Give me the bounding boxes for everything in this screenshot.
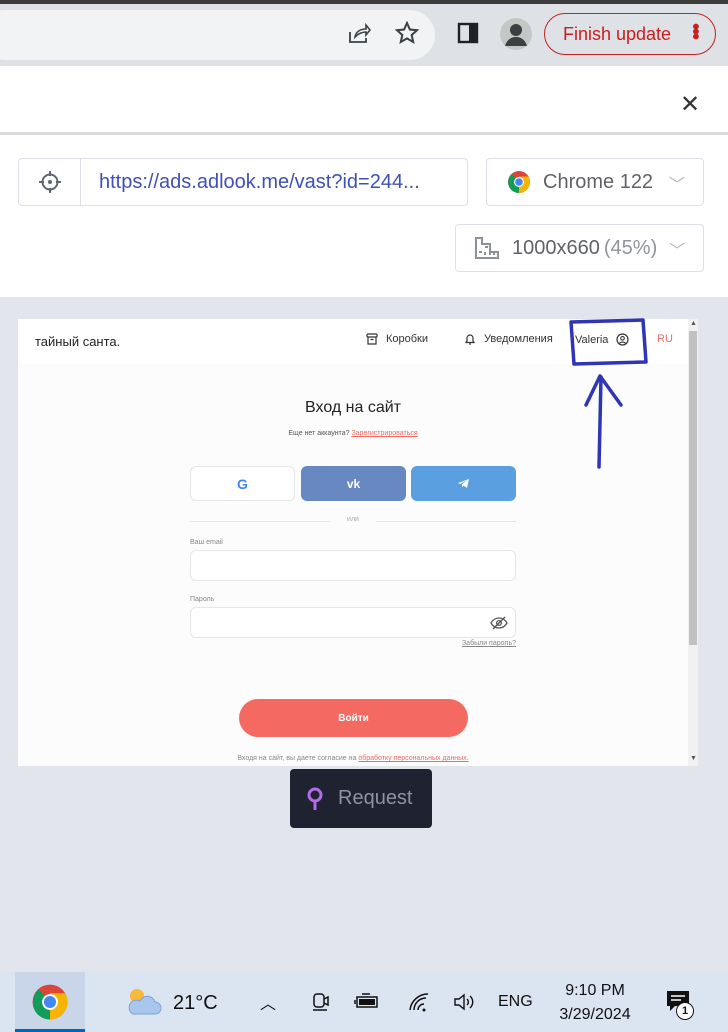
nav-boxes[interactable]: Коробки [366, 333, 428, 345]
login-button[interactable]: Войти [239, 699, 468, 737]
clock[interactable]: 9:10 PM 3/29/2024 [556, 979, 634, 1027]
input-language[interactable]: ENG [498, 993, 533, 1011]
or-divider: или [190, 516, 516, 526]
weather-cloud-sun-icon[interactable] [123, 984, 163, 1018]
bell-icon [464, 334, 476, 345]
notification-badge: 1 [676, 1002, 694, 1020]
nav-boxes-label: Коробки [386, 333, 429, 345]
chevron-down-icon: ﹀ [668, 243, 685, 260]
vk-login-button[interactable]: vk [301, 466, 406, 501]
clock-date: 3/29/2024 [559, 1006, 631, 1023]
telegram-login-button[interactable] [411, 466, 516, 501]
password-label: Пароль [190, 596, 215, 603]
browser-select-value: Chrome 122 [543, 170, 654, 193]
consent-label: Входя на сайт, вы даете согласие на [237, 755, 357, 762]
consent-link[interactable]: обработку персональных данных. [358, 755, 468, 762]
nav-notifications[interactable]: Уведомления [464, 333, 553, 345]
chrome-icon [508, 171, 530, 193]
site-preview-frame: тайный санта. Коробки Уведомления Valeri… [18, 319, 698, 766]
email-field[interactable] [190, 550, 516, 581]
pin-icon [307, 787, 323, 810]
chrome-icon [32, 984, 68, 1020]
window-edge [0, 0, 728, 4]
google-login-button[interactable]: G [190, 466, 295, 501]
panel-divider [0, 132, 728, 135]
close-icon[interactable]: ✕ [680, 90, 700, 119]
eye-off-icon[interactable] [490, 616, 508, 630]
email-label: Ваш email [190, 539, 223, 546]
request-button[interactable]: Request [290, 769, 432, 828]
notification-center-icon[interactable]: 1 [665, 989, 694, 1020]
finish-update-button[interactable]: Finish update ••• [544, 13, 716, 55]
scrollbar-thumb[interactable] [689, 331, 697, 645]
side-panel-icon[interactable] [455, 20, 481, 46]
divider-line-right [376, 521, 516, 522]
nav-notifications-label: Уведомления [484, 333, 553, 345]
language-switch[interactable]: RU [657, 333, 673, 345]
chevron-down-icon: ﹀ [668, 177, 685, 194]
user-menu[interactable]: Valeria [575, 333, 630, 346]
chevron-up-icon[interactable]: ︿ [260, 990, 276, 1014]
size-percent: (45%) [603, 236, 658, 259]
vk-icon: vk [346, 476, 361, 491]
user-circle-icon [616, 333, 630, 346]
size-value: 1000x660 [512, 236, 600, 259]
register-link[interactable]: Зарегистрироваться [351, 430, 417, 437]
volume-icon[interactable] [453, 992, 477, 1012]
scroll-up-icon[interactable]: ▲ [690, 320, 697, 327]
request-label: Request [338, 787, 413, 809]
share-icon[interactable] [346, 20, 372, 46]
forgot-password-link[interactable]: Забыли пароль? [416, 640, 516, 647]
star-icon[interactable] [394, 20, 420, 46]
finish-update-label: Finish update [563, 23, 672, 44]
login-title: Вход на сайт [305, 399, 401, 416]
viewport-size-select[interactable]: 1000x660 (45%) ﹀ [455, 224, 704, 272]
clock-time: 9:10 PM [565, 982, 625, 999]
wifi-icon[interactable] [408, 992, 430, 1012]
battery-icon[interactable] [354, 993, 380, 1011]
profile-avatar-icon[interactable] [500, 18, 532, 50]
user-name: Valeria [575, 333, 609, 346]
box-icon [366, 333, 378, 345]
url-field[interactable]: https://ads.adlook.me/vast?id=244... [18, 158, 468, 206]
windows-taskbar: 21°C ︿ ENG 9:10 PM 3/29/2024 1 [0, 972, 728, 1032]
weather-temperature[interactable]: 21°C [173, 992, 218, 1015]
password-field[interactable] [190, 607, 516, 638]
browser-toolbar: Finish update ••• [0, 0, 728, 66]
site-header: тайный санта. Коробки Уведомления Valeri… [18, 319, 698, 364]
site-logo[interactable]: тайный санта. [35, 334, 120, 349]
url-value[interactable]: https://ads.adlook.me/vast?id=244... [81, 159, 467, 205]
preview-scrollbar[interactable]: ▲ ▼ [688, 319, 698, 766]
taskbar-chrome-button[interactable] [15, 972, 85, 1032]
ruler-icon [475, 237, 499, 259]
telegram-icon [458, 479, 469, 488]
more-menu-icon[interactable]: ••• [684, 23, 706, 38]
scroll-down-icon[interactable]: ▼ [690, 755, 697, 762]
crosshair-icon[interactable] [19, 159, 81, 205]
no-account-text: Еще нет аккаунта? [288, 430, 350, 437]
browser-select[interactable]: Chrome 122 ﹀ [486, 158, 704, 206]
meet-now-icon[interactable] [311, 992, 331, 1014]
consent-text: Входя на сайт, вы даете согласие на обра… [18, 755, 688, 762]
google-icon: G [237, 475, 248, 492]
register-prompt: Еще нет аккаунта? Зарегистрироваться [18, 430, 688, 437]
